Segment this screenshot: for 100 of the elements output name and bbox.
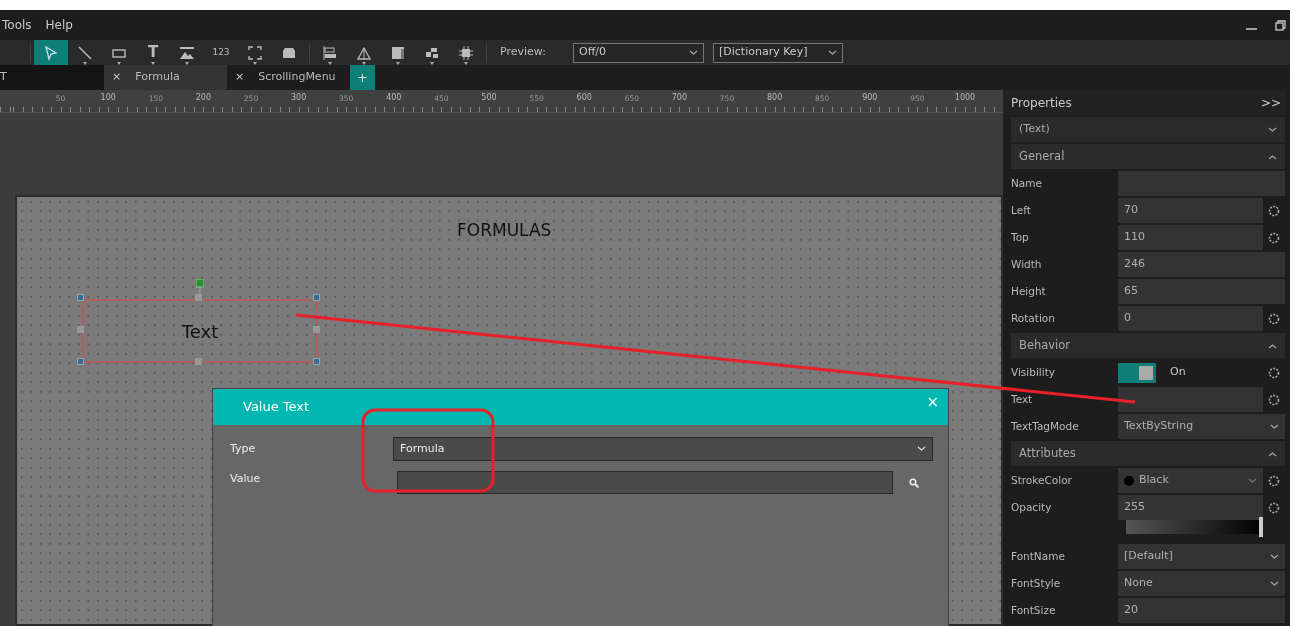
property-label: FontStyle [1010, 575, 1062, 591]
search-icon [909, 478, 919, 488]
property-field[interactable]: 0 [1118, 306, 1263, 331]
menu-item[interactable]: Help [43, 16, 85, 34]
pointer-icon [43, 44, 59, 61]
ruler-label: 200 [195, 93, 212, 102]
binding-icon [1268, 204, 1280, 217]
chevron-down-icon [1248, 477, 1257, 484]
menu-item[interactable]: Tools [0, 16, 44, 34]
ruler-label: 100 [100, 93, 116, 102]
ruler-label: 500 [481, 93, 497, 102]
field-label: Type [229, 440, 257, 457]
property-select[interactable]: None [1118, 571, 1285, 596]
chevron-down-icon [689, 49, 698, 56]
section-header[interactable]: Behavior [1011, 333, 1285, 358]
canvas-title: FORMULAS [457, 219, 552, 242]
property-field[interactable] [1118, 387, 1263, 412]
binding-icon [1268, 312, 1280, 325]
resize-handle[interactable] [77, 326, 84, 333]
resize-handle[interactable] [313, 294, 320, 301]
property-field[interactable]: 246 [1118, 252, 1285, 277]
color-select[interactable]: Black [1118, 468, 1263, 493]
chevron-down-icon [1268, 126, 1277, 133]
close-tab-button[interactable]: × [112, 69, 122, 86]
chevron-up-icon [1268, 342, 1277, 349]
ruler-label: 600 [576, 93, 592, 102]
minimize-icon [1246, 28, 1257, 30]
ruler-label: 700 [671, 93, 688, 102]
property-field[interactable]: 65 [1118, 279, 1285, 304]
property-label: FontName [1010, 548, 1066, 564]
toggle-switch[interactable] [1118, 362, 1156, 383]
document-tab[interactable]: × ScrollingMenu [227, 65, 350, 90]
property-label: Rotation [1010, 310, 1056, 326]
resize-handle[interactable] [313, 358, 320, 365]
resize-handle[interactable] [313, 326, 320, 333]
property-label: TextTagMode [1010, 418, 1080, 434]
property-label: Height [1010, 283, 1047, 299]
property-label: Name [1010, 175, 1043, 191]
property-select[interactable]: [Default] [1118, 544, 1285, 569]
property-label: Left [1010, 202, 1032, 218]
property-label: Width [1010, 256, 1043, 272]
property-label: StrokeColor [1010, 472, 1073, 488]
section-header[interactable]: Attributes [1011, 441, 1285, 466]
binding-icon [1268, 231, 1280, 244]
toggle-label: On [1170, 364, 1186, 381]
field-label: Value [229, 471, 262, 487]
slider-thumb[interactable] [1259, 517, 1263, 537]
text-element[interactable]: Text [82, 299, 318, 363]
type-select[interactable]: Formula [393, 437, 933, 461]
preview-label: Preview: [500, 44, 547, 61]
chevron-down-icon [828, 49, 837, 56]
image-icon [179, 44, 195, 61]
chevron-down-icon [1270, 423, 1279, 430]
resize-handle[interactable] [77, 358, 84, 365]
tool-button[interactable]: 123 [204, 40, 238, 65]
property-field[interactable]: 110 [1118, 225, 1263, 250]
ruler-label: 800 [766, 93, 783, 102]
chevron-up-icon [1268, 153, 1277, 160]
rotate-handle [196, 279, 204, 297]
document-tab[interactable]: T [0, 65, 104, 90]
chevron-down-icon [1270, 580, 1279, 587]
property-label: Opacity [1010, 499, 1053, 515]
dictionary-select[interactable]: [Dictionary Key] [713, 42, 843, 63]
panel-icon [390, 44, 406, 61]
frame-icon [247, 44, 263, 61]
chip-icon [458, 44, 474, 61]
chevron-down-icon [917, 446, 926, 452]
restore-icon [1275, 19, 1286, 31]
ruler-label: 300 [290, 93, 307, 102]
line-icon [77, 44, 93, 61]
ruler-label: 400 [386, 93, 402, 102]
property-label: Top [1010, 229, 1030, 245]
property-label: Text [1010, 391, 1034, 407]
value-input[interactable] [397, 471, 893, 494]
add-tab-button[interactable]: + [350, 65, 375, 90]
collapse-button[interactable]: >> [1260, 93, 1281, 112]
color-name: Black [1139, 472, 1169, 489]
chevron-down-icon [1270, 553, 1279, 560]
chevron-up-icon [1268, 450, 1277, 457]
opacity-slider[interactable] [1126, 520, 1263, 534]
dialog-title: Value Text [243, 398, 310, 417]
property-field[interactable]: 255 [1118, 495, 1263, 520]
object-select[interactable]: (Text) [1011, 117, 1285, 142]
align-icon [322, 44, 338, 61]
property-field[interactable]: 70 [1118, 198, 1263, 223]
resize-handle[interactable] [195, 358, 202, 365]
property-label: Visibility [1010, 364, 1056, 380]
property-field[interactable]: 20 [1118, 598, 1285, 623]
document-tab[interactable]: × Formula [104, 65, 227, 90]
section-header[interactable]: General [1011, 144, 1285, 169]
ruler-label: 1000 [954, 93, 976, 102]
preview-select[interactable]: Off/0 [573, 42, 704, 63]
panel-title: Properties [1011, 94, 1072, 112]
property-select[interactable]: TextByString [1118, 414, 1285, 439]
ruler-label: 900 [862, 93, 878, 102]
resize-handle[interactable] [195, 294, 202, 301]
close-tab-button[interactable]: × [235, 69, 245, 86]
binding-icon [1268, 393, 1280, 406]
resize-handle[interactable] [77, 294, 84, 301]
binding-icon [1268, 474, 1280, 487]
